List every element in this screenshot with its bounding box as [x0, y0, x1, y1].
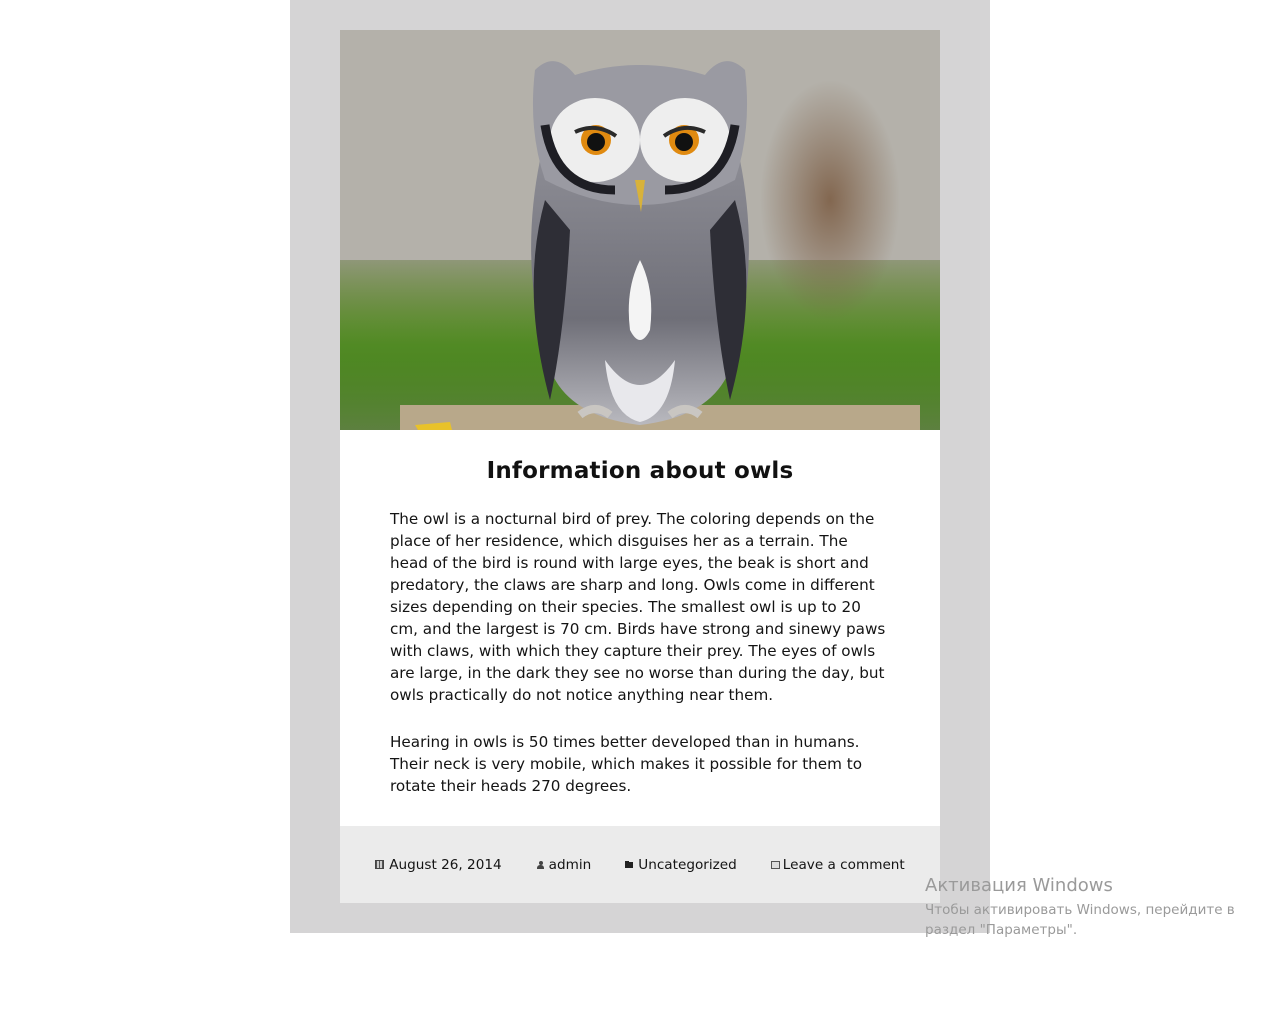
comment-icon — [770, 860, 780, 869]
post-paragraph: Hearing in owls is 50 times better devel… — [390, 733, 863, 795]
post-date-link[interactable]: August 26, 2014 — [375, 856, 502, 873]
post-category-link[interactable]: Uncategorized — [625, 857, 737, 873]
leave-comment-label: Leave a comment — [782, 856, 905, 873]
post-category: Uncategorized — [638, 856, 737, 873]
content-frame: Information about owls The owl is a noct… — [290, 0, 990, 933]
post-author: admin — [548, 856, 592, 873]
post-article: Information about owls The owl is a noct… — [340, 30, 940, 903]
windows-activation-watermark: Активация Windows Чтобы активировать Win… — [925, 875, 1245, 940]
post-date: August 26, 2014 — [389, 856, 502, 873]
watermark-text: Чтобы активировать Windows, перейдите в … — [925, 902, 1235, 938]
post-author-link[interactable]: admin — [536, 856, 592, 873]
page: Information about owls The owl is a noct… — [0, 0, 1280, 1024]
watermark-title: Активация Windows — [925, 875, 1113, 896]
user-icon — [536, 860, 546, 870]
folder-icon — [625, 860, 635, 870]
calendar-icon — [375, 860, 385, 869]
featured-image[interactable] — [340, 30, 940, 430]
leave-comment-link[interactable]: Leave a comment — [770, 856, 905, 873]
owl-photo — [340, 30, 940, 430]
post-content: The owl is a nocturnal bird of prey. The… — [340, 484, 940, 797]
post-meta-bar: August 26, 2014 admin Uncategorized Leav… — [340, 826, 940, 903]
post-title[interactable]: Information about owls — [340, 430, 940, 484]
post-paragraph: The owl is a nocturnal bird of prey. The… — [390, 510, 886, 704]
